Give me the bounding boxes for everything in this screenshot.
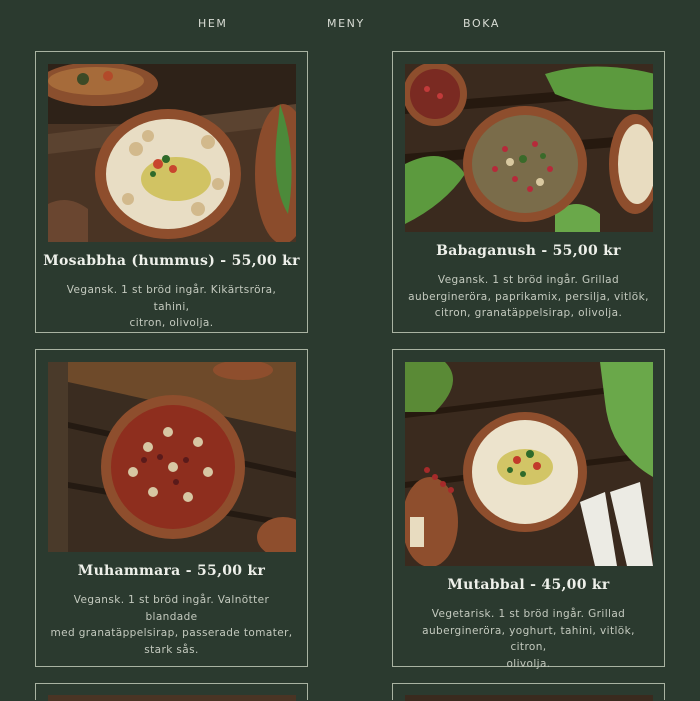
dish-description: Vegansk. 1 st bröd ingår. Grillad auberg… [405, 272, 652, 322]
dish-photo [48, 362, 296, 552]
description-line: citron, olivolja. [129, 317, 214, 329]
dish-photo [405, 695, 653, 701]
description-line: citron, granatäppelsirap, olivolja. [434, 307, 623, 319]
dish-card-mosabbha: Mosabbha (hummus) - 55,00 kr Vegansk. 1 … [35, 51, 308, 333]
nav-link-boka[interactable]: BOKA [463, 17, 500, 30]
description-line: med granatäppelsirap, passerade tomater, [50, 627, 293, 639]
nav-link-meny[interactable]: MENY [327, 17, 365, 30]
dish-card-mutabbal: Mutabbal - 45,00 kr Vegetarisk. 1 st brö… [392, 349, 665, 670]
description-line: Vegansk. 1 st bröd ingår. Kikärtsröra, t… [66, 284, 277, 313]
description-line: Vegetarisk. 1 st bröd ingår. Grillad [431, 608, 626, 620]
description-line: Vegansk. 1 st bröd ingår. Valnötter blan… [73, 594, 270, 623]
dish-description: Vegansk. 1 st bröd ingår. Kikärtsröra, t… [48, 282, 295, 332]
description-line: olivolja. [506, 657, 551, 670]
dish-title: Mutabbal - 45,00 kr [447, 577, 610, 593]
dish-photo [405, 64, 653, 232]
dish-description: Vegansk. 1 st bröd ingår. Valnötter blan… [48, 592, 295, 658]
nav-link-hem[interactable]: HEM [198, 17, 228, 30]
dish-card-babaganush: Babaganush - 55,00 kr Vegansk. 1 st bröd… [392, 51, 665, 333]
description-line: Vegansk. 1 st bröd ingår. Grillad [437, 274, 620, 286]
dish-title: Mosabbha (hummus) - 55,00 kr [43, 253, 300, 269]
description-line: auberginеröra, paprikamix, persilja, vit… [408, 290, 649, 303]
dish-title: Muhammara - 55,00 kr [77, 563, 266, 579]
dish-description: Vegetarisk. 1 st bröd ingår. Grillad aub… [405, 606, 652, 672]
dish-card-next-left [35, 683, 308, 701]
dish-photo [405, 362, 653, 566]
description-line: auberginеröra, yoghurt, tahini, vitlök, … [422, 624, 635, 654]
dish-photo [48, 695, 296, 701]
dish-photo [48, 64, 296, 242]
top-navigation: HEM MENY BOKA [0, 17, 700, 31]
dish-card-next-right [392, 683, 665, 701]
dish-card-muhammara: Muhammara - 55,00 kr Vegansk. 1 st bröd … [35, 349, 308, 667]
dish-title: Babaganush - 55,00 kr [436, 243, 621, 259]
description-line: stark sås. [144, 643, 199, 656]
